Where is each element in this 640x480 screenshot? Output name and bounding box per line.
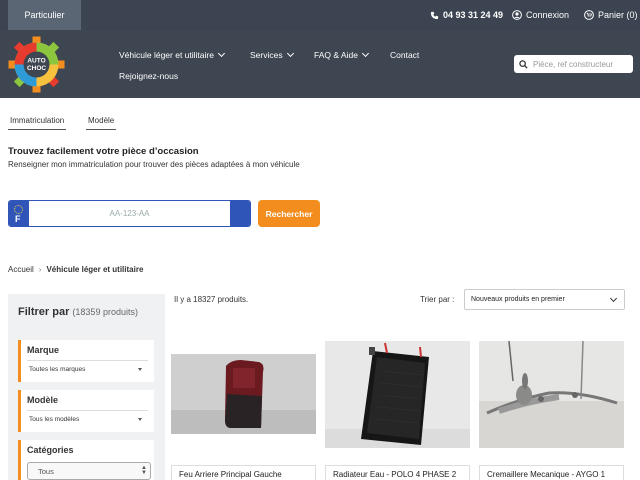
modele-select[interactable]: Tous les modèles [27, 410, 148, 428]
finder-title: Trouvez facilement votre pièce d’occasio… [8, 146, 199, 157]
marque-select[interactable]: Toutes les marques [27, 360, 148, 378]
logo-text-choc: CHOC [27, 65, 46, 72]
product-image [479, 341, 624, 448]
marque-select-value: Toutes les marques [29, 366, 86, 373]
modele-select-value: Tous les modèles [29, 416, 80, 423]
cart-label: Panier (0) [598, 10, 638, 20]
tab-particulier-label: Particulier [24, 10, 65, 20]
rechercher-button[interactable]: Rechercher [258, 200, 320, 227]
login-label: Connexion [526, 10, 570, 20]
product-name: Cremaillere Mecanique - AYGO 1 [479, 465, 624, 480]
nav-vehicule-leger[interactable]: Véhicule léger et utilitaire [119, 49, 226, 60]
search-input[interactable] [533, 59, 628, 69]
product-image [325, 341, 470, 448]
plate-country: F [15, 214, 21, 224]
breadcrumb-separator: › [38, 265, 42, 274]
nav-rejoignez-nous-label: Rejoignez-nous [119, 71, 179, 81]
filters-product-count: (18359 produits) [72, 307, 138, 317]
sort-select-value: Nouveaux produits en premier [471, 296, 565, 303]
login-link[interactable]: Connexion [512, 0, 569, 30]
phone-number: 04 93 31 24 49 [443, 10, 504, 20]
site-search [514, 55, 633, 73]
breadcrumb-home[interactable]: Accueil [8, 265, 34, 274]
license-plate-field: F [8, 200, 251, 227]
product-card[interactable]: Cremaillere Mecanique - AYGO 1 [479, 341, 624, 480]
tab-particulier[interactable]: Particulier [8, 0, 81, 30]
filter-modele: Modèle Tous les modèles [18, 390, 154, 432]
finder-description: Renseigner mon immatriculation pour trou… [8, 160, 300, 169]
product-name: Radiateur Eau - POLO 4 PHASE 2 [325, 465, 470, 480]
cart-icon [584, 10, 594, 20]
product-name: Feu Arriere Principal Gauche [171, 465, 316, 480]
eu-flag-icon: F [9, 201, 29, 226]
nav-services[interactable]: Services [250, 49, 294, 60]
nav-vehicule-leger-label: Véhicule léger et utilitaire [119, 50, 214, 60]
nav-contact[interactable]: Contact [390, 50, 419, 60]
sort-select[interactable]: Nouveaux produits en premier [464, 289, 625, 310]
cart-link[interactable]: Panier (0) [584, 0, 638, 30]
filters-panel: Filtrer par (18359 produits) Marque Tout… [8, 294, 165, 480]
breadcrumb: Accueil › Véhicule léger et utilitaire [8, 265, 143, 274]
filters-title-label: Filtrer par [18, 306, 70, 318]
sort-label: Trier par : [420, 295, 455, 304]
categories-select[interactable]: Tous ▲ ▼ [27, 462, 151, 480]
chevron-down-icon [609, 294, 618, 303]
search-icon[interactable] [519, 59, 528, 69]
autochoc-logo[interactable]: AUTO CHOC [8, 36, 65, 93]
top-bar: Particulier 04 93 31 24 49 Connexion Pan… [0, 0, 640, 30]
filter-marque-label: Marque [27, 345, 60, 355]
nav-rejoignez-nous[interactable]: Rejoignez-nous [119, 71, 178, 81]
chevron-down-icon [361, 49, 369, 58]
categories-select-value: Tous [38, 466, 54, 476]
tab-modele[interactable]: Modèle [86, 116, 117, 130]
filter-categories: Catégories Tous ▲ ▼ [18, 440, 154, 480]
tab-modele-label: Modèle [88, 116, 115, 125]
nav-faq-aide[interactable]: FAQ & Aide [314, 49, 369, 60]
tab-immatriculation[interactable]: Immatriculation [8, 116, 67, 130]
breadcrumb-current: Véhicule léger et utilitaire [46, 265, 144, 274]
nav-services-label: Services [250, 50, 283, 60]
filter-categories-label: Catégories [27, 445, 74, 455]
nav-faq-aide-label: FAQ & Aide [314, 50, 358, 60]
plate-input[interactable] [29, 201, 230, 226]
user-icon [512, 10, 522, 20]
nav-contact-label: Contact [390, 50, 420, 60]
product-card[interactable]: Radiateur Eau - POLO 4 PHASE 2 [325, 341, 470, 480]
logo-text-auto: AUTO [27, 58, 45, 65]
filter-marque: Marque Toutes les marques [18, 340, 154, 382]
product-count: Il y a 18327 produits. [174, 295, 249, 304]
tab-immatriculation-label: Immatriculation [10, 116, 65, 125]
phone-icon [430, 11, 439, 20]
plate-end-band [230, 201, 250, 226]
phone-link[interactable]: 04 93 31 24 49 [430, 0, 503, 30]
product-image [171, 354, 316, 434]
filters-title: Filtrer par (18359 produits) [18, 306, 138, 318]
product-card[interactable]: Feu Arriere Principal Gauche [171, 341, 316, 480]
chevron-down-icon [286, 49, 294, 58]
caret-down-icon [138, 418, 142, 421]
updown-arrows-icon: ▲ ▼ [141, 465, 147, 476]
caret-down-icon [138, 368, 142, 371]
chevron-down-icon [217, 49, 226, 58]
filter-modele-label: Modèle [27, 395, 59, 405]
